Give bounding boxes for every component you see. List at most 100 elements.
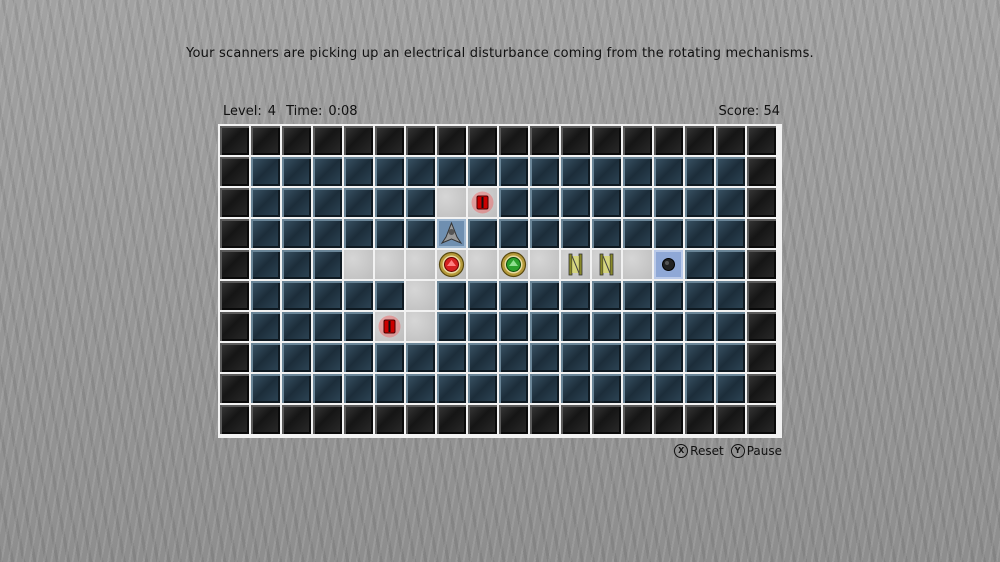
tile-inner-wall [406, 374, 435, 403]
tile-inner-wall [282, 281, 311, 310]
tile-outer-wall [220, 219, 249, 248]
tile-floor [344, 250, 373, 279]
tile-inner-wall [685, 188, 714, 217]
tile-inner-wall [716, 219, 745, 248]
reset-button[interactable]: X Reset [674, 444, 724, 458]
tile-inner-wall [313, 281, 342, 310]
y-button-icon: Y [730, 444, 745, 458]
tile-outer-wall [685, 405, 714, 434]
tile-outer-wall [220, 405, 249, 434]
tile-inner-wall [716, 343, 745, 372]
tile-inner-wall [623, 157, 652, 186]
level-label: Level: [223, 104, 262, 119]
tile-inner-wall [623, 374, 652, 403]
tile-outer-wall [375, 126, 404, 155]
tile-inner-wall [468, 281, 497, 310]
pause-button[interactable]: Y Pause [730, 444, 782, 458]
tile-outer-wall [530, 405, 559, 434]
tile-inner-wall [561, 374, 590, 403]
tile-outer-wall [282, 126, 311, 155]
tile-outer-wall [313, 405, 342, 434]
hint-message: Your scanners are picking up an electric… [186, 46, 814, 61]
tile-outer-wall [747, 312, 776, 341]
controls-hint: X Reset Y Pause [670, 444, 782, 458]
tile-outer-wall [747, 126, 776, 155]
tile-outer-wall [716, 405, 745, 434]
tile-inner-wall [313, 250, 342, 279]
tile-inner-wall [654, 374, 683, 403]
tile-inner-wall [344, 157, 373, 186]
tile-inner-wall [375, 188, 404, 217]
tile-inner-wall [499, 312, 528, 341]
tile-inner-wall [716, 312, 745, 341]
tile-outer-wall [592, 405, 621, 434]
tile-inner-wall [251, 312, 280, 341]
tile-inner-wall [685, 157, 714, 186]
tile-outer-wall [406, 405, 435, 434]
tile-outer-wall [220, 374, 249, 403]
tile-outer-wall [654, 126, 683, 155]
tile-outer-wall [220, 126, 249, 155]
tile-rotator-green [499, 250, 528, 279]
tile-inner-wall [375, 157, 404, 186]
tile-inner-wall [623, 343, 652, 372]
tile-barrier-gate [592, 250, 621, 279]
tile-outer-wall [747, 219, 776, 248]
tile-outer-wall [220, 188, 249, 217]
tile-inner-wall [468, 219, 497, 248]
tile-outer-wall [747, 281, 776, 310]
tile-inner-wall [654, 343, 683, 372]
tile-inner-wall [406, 157, 435, 186]
tile-exit [654, 250, 683, 279]
tile-outer-wall [437, 405, 466, 434]
tile-inner-wall [654, 219, 683, 248]
tile-outer-wall [251, 126, 280, 155]
tile-inner-wall [530, 219, 559, 248]
hud-status: Level: 4 Time: 0:08 [223, 104, 364, 119]
tile-inner-wall [344, 188, 373, 217]
tile-inner-wall [685, 250, 714, 279]
tile-player [437, 219, 466, 248]
tile-rotator-red [437, 250, 466, 279]
tile-inner-wall [623, 219, 652, 248]
tile-outer-wall [468, 405, 497, 434]
tile-inner-wall [685, 312, 714, 341]
rotator-green-icon [500, 251, 527, 278]
tile-inner-wall [251, 343, 280, 372]
tile-inner-wall [344, 374, 373, 403]
tile-inner-wall [499, 157, 528, 186]
tile-inner-wall [654, 312, 683, 341]
tile-inner-wall [623, 312, 652, 341]
tile-floor [406, 250, 435, 279]
time-value: 0:08 [328, 104, 358, 119]
reset-label: Reset [690, 444, 724, 458]
tile-inner-wall [282, 374, 311, 403]
pause-label: Pause [746, 444, 782, 458]
tile-inner-wall [654, 281, 683, 310]
tile-inner-wall [592, 281, 621, 310]
tile-inner-wall [375, 219, 404, 248]
tile-inner-wall [716, 250, 745, 279]
tile-inner-wall [313, 157, 342, 186]
tile-inner-wall [592, 374, 621, 403]
tile-inner-wall [282, 250, 311, 279]
tile-outer-wall [623, 126, 652, 155]
tile-floor [530, 250, 559, 279]
tile-inner-wall [499, 374, 528, 403]
tile-inner-wall [530, 374, 559, 403]
tile-outer-wall [220, 343, 249, 372]
tile-inner-wall [499, 219, 528, 248]
tile-outer-wall [747, 374, 776, 403]
tile-inner-wall [344, 281, 373, 310]
tile-inner-wall [313, 312, 342, 341]
player-robot-icon [440, 221, 463, 245]
tile-inner-wall [437, 312, 466, 341]
tile-inner-wall [251, 157, 280, 186]
tile-inner-wall [406, 343, 435, 372]
tile-outer-wall [747, 405, 776, 434]
tile-inner-wall [685, 281, 714, 310]
tile-inner-wall [530, 281, 559, 310]
tile-inner-wall [437, 343, 466, 372]
tile-inner-wall [313, 343, 342, 372]
tile-inner-wall [282, 312, 311, 341]
